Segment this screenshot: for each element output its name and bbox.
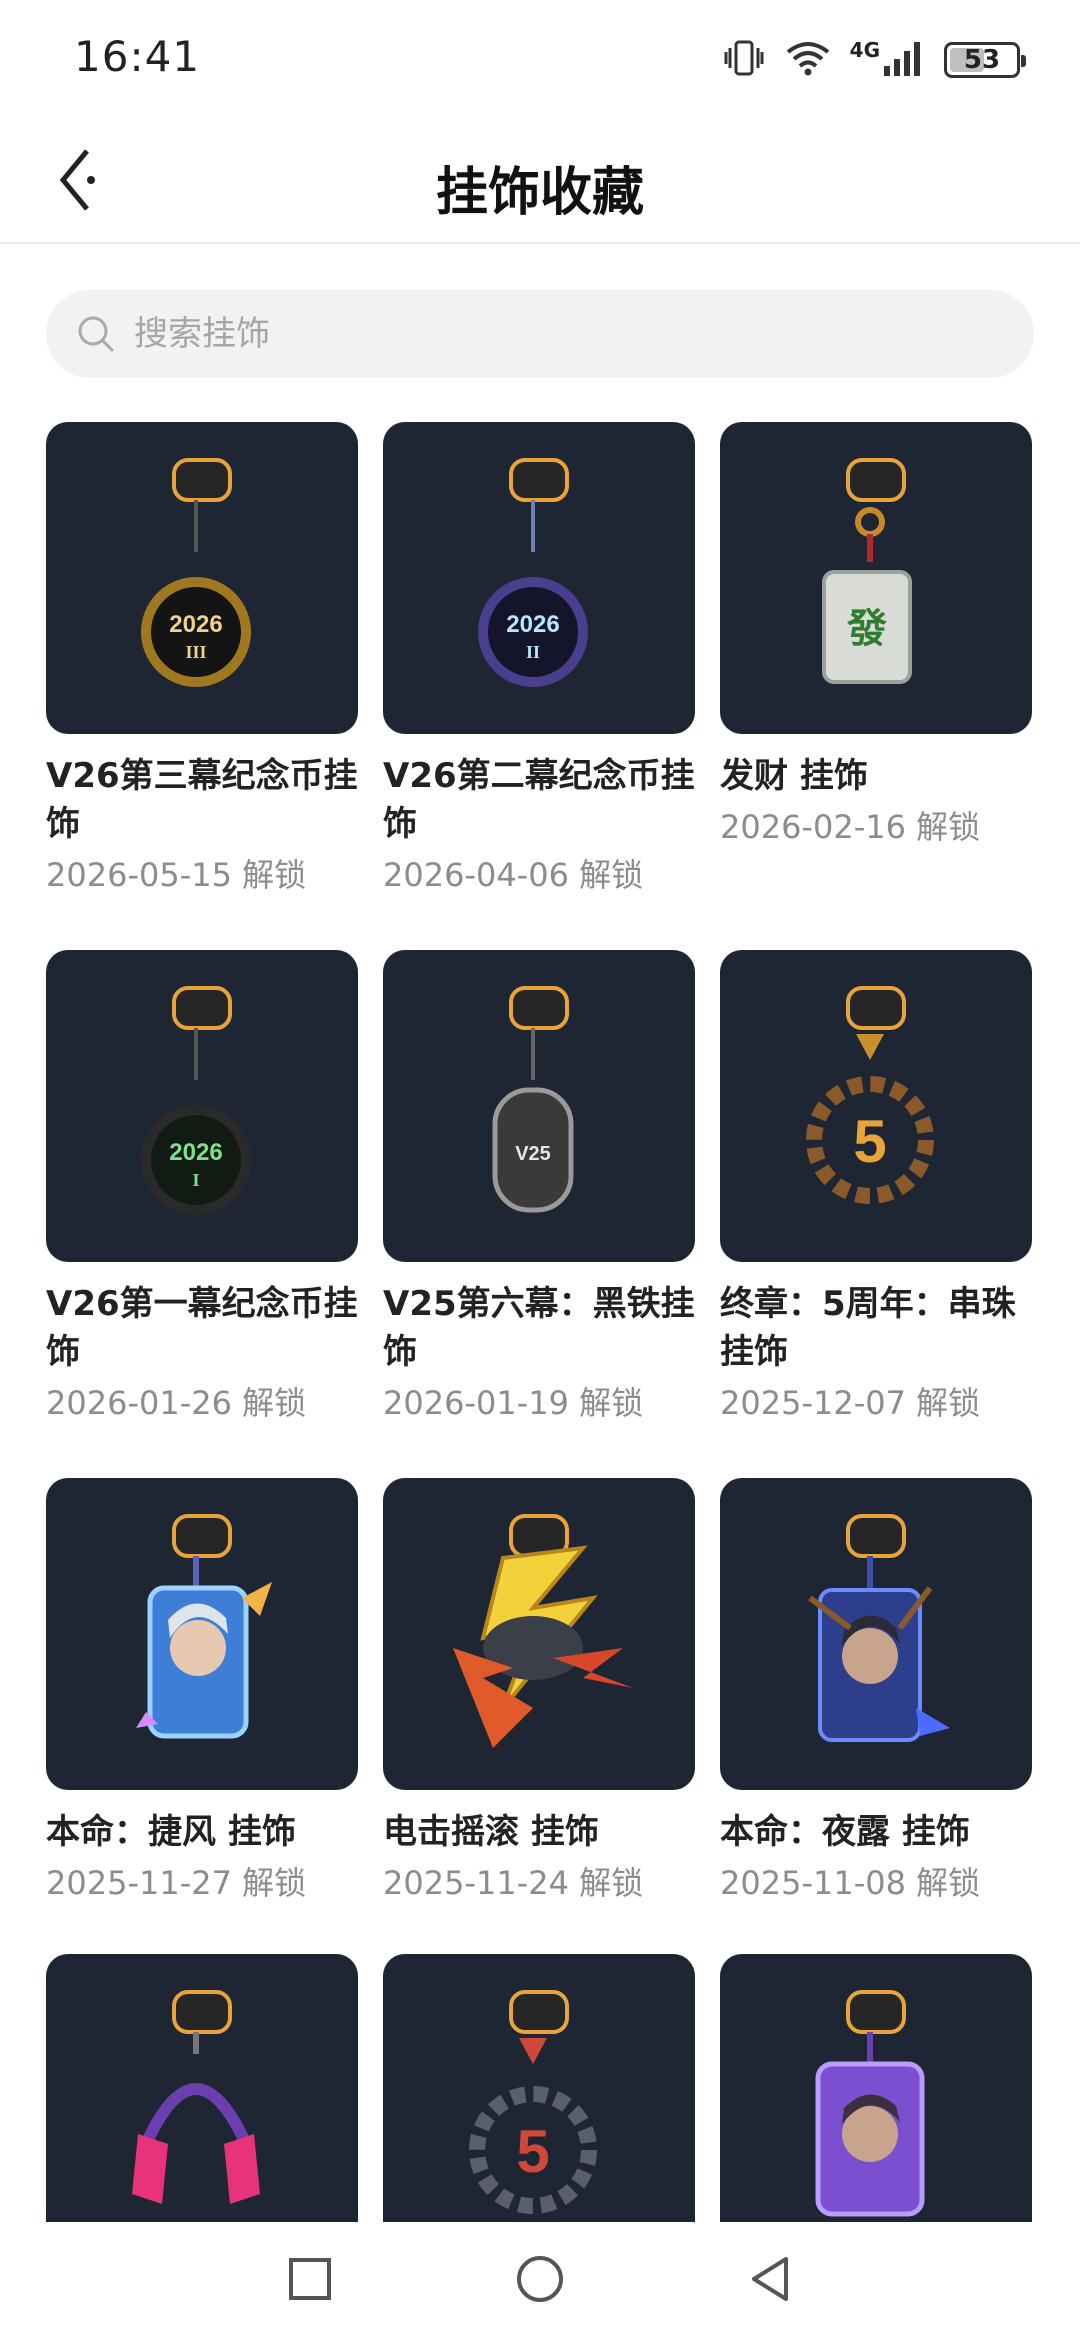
search-bar[interactable] (46, 290, 1034, 378)
charm-card[interactable]: 本命：捷风 挂饰 2025-11-27 解锁 (46, 1478, 358, 1906)
battery-icon: 53 (944, 42, 1026, 78)
charm-image-headphones (46, 1954, 358, 2222)
charm-unlock-date: 2026-01-26 解锁 (46, 1384, 307, 1422)
charm-image-jett-card (46, 1478, 358, 1790)
charm-card[interactable]: 电击摇滚 挂饰 2025-11-24 解锁 (383, 1478, 695, 1906)
charm-image-coin-2026-ii: 2026 II (383, 422, 695, 734)
wifi-icon (784, 38, 832, 82)
charm-unlock-date: 2025-11-27 解锁 (46, 1864, 307, 1902)
svg-text:II: II (526, 642, 540, 662)
charm-card[interactable]: 2026 II V26第二幕纪念币挂饰 2026-04-06 解锁 (383, 422, 695, 898)
svg-text:2026: 2026 (169, 611, 222, 638)
search-icon (74, 312, 118, 356)
charm-card[interactable]: 5 终章：5周年：串珠挂饰 2025-12-07 解锁 (720, 950, 1032, 1426)
svg-text:發: 發 (846, 606, 887, 652)
status-bar: 16:41 4G 53 (0, 0, 1080, 120)
charm-card[interactable]: 發 发财 挂饰 2026-02-16 解锁 (720, 422, 1032, 850)
charm-image-mahjong-fa: 發 (720, 422, 1032, 734)
search-input[interactable] (134, 314, 934, 354)
svg-text:I: I (192, 1170, 199, 1190)
charm-title: V26第一幕纪念币挂饰 (46, 1284, 358, 1372)
recent-apps-icon (286, 2255, 334, 2307)
charm-title: 终章：5周年：串珠挂饰 (720, 1284, 1016, 1372)
network-type-label: 4G (849, 38, 880, 62)
status-time: 16:41 (74, 32, 201, 81)
charm-image-coin-2026-i: 2026 I (46, 950, 358, 1262)
charm-card[interactable] (46, 1954, 358, 2222)
svg-text:2026: 2026 (506, 611, 559, 638)
charm-card[interactable]: 本命：夜露 挂饰 2025-11-08 解锁 (720, 1478, 1032, 1906)
charm-image-lightning (383, 1478, 695, 1790)
charm-title: V26第二幕纪念币挂饰 (383, 756, 695, 844)
back-icon (746, 2253, 794, 2309)
svg-text:V25: V25 (515, 1143, 551, 1165)
charm-card[interactable]: 5 (383, 1954, 695, 2222)
svg-text:III: III (185, 642, 206, 662)
page-title: 挂饰收藏 (435, 163, 644, 223)
home-button[interactable] (510, 2251, 570, 2311)
charm-unlock-date: 2025-12-07 解锁 (720, 1384, 981, 1422)
charm-card[interactable]: 2026 III V26第三幕纪念币挂饰 2026-05-15 解锁 (46, 422, 358, 898)
charm-card[interactable]: V25 V25第六幕：黑铁挂饰 2026-01-19 解锁 (383, 950, 695, 1426)
charm-image-beads-5-gold: 5 (720, 950, 1032, 1262)
svg-text:5: 5 (853, 1108, 886, 1175)
charm-card[interactable]: 2026 I V26第一幕纪念币挂饰 2026-01-26 解锁 (46, 950, 358, 1426)
charm-image-coin-2026-iii: 2026 III (46, 422, 358, 734)
charm-unlock-date: 2025-11-24 解锁 (383, 1864, 644, 1902)
charm-image-yoru-card (720, 1478, 1032, 1790)
charm-title: 发财 挂饰 (720, 756, 868, 796)
charm-unlock-date: 2026-01-19 解锁 (383, 1384, 644, 1422)
charm-grid: 2026 III V26第三幕纪念币挂饰 2026-05-15 解锁 2026 … (46, 422, 1036, 2222)
svg-text:5: 5 (516, 2118, 549, 2185)
back-nav-button[interactable] (740, 2251, 800, 2311)
header-bar: 挂饰收藏 (0, 120, 1080, 244)
charm-title: 本命：捷风 挂饰 (46, 1812, 296, 1852)
charm-title: 本命：夜露 挂饰 (720, 1812, 970, 1852)
vibrate-icon (722, 38, 766, 82)
home-icon (514, 2253, 566, 2309)
charm-image-agent-card-purple (720, 1954, 1032, 2222)
system-nav-bar (0, 2222, 1080, 2340)
recent-apps-button[interactable] (280, 2251, 340, 2311)
signal-icon (882, 38, 926, 82)
svg-text:2026: 2026 (169, 1139, 222, 1166)
charm-title: V25第六幕：黑铁挂饰 (383, 1284, 695, 1372)
charm-unlock-date: 2026-02-16 解锁 (720, 808, 981, 846)
charm-title: V26第三幕纪念币挂饰 (46, 756, 358, 844)
charm-card[interactable] (720, 1954, 1032, 2222)
charm-image-iron-v25: V25 (383, 950, 695, 1262)
charm-unlock-date: 2025-11-08 解锁 (720, 1864, 981, 1902)
charm-image-beads-5-dark: 5 (383, 1954, 695, 2222)
charm-title: 电击摇滚 挂饰 (383, 1812, 599, 1852)
charm-unlock-date: 2026-05-15 解锁 (46, 856, 307, 894)
battery-level: 53 (963, 45, 1001, 75)
charm-unlock-date: 2026-04-06 解锁 (383, 856, 644, 894)
status-icons: 4G 53 (722, 36, 1026, 84)
